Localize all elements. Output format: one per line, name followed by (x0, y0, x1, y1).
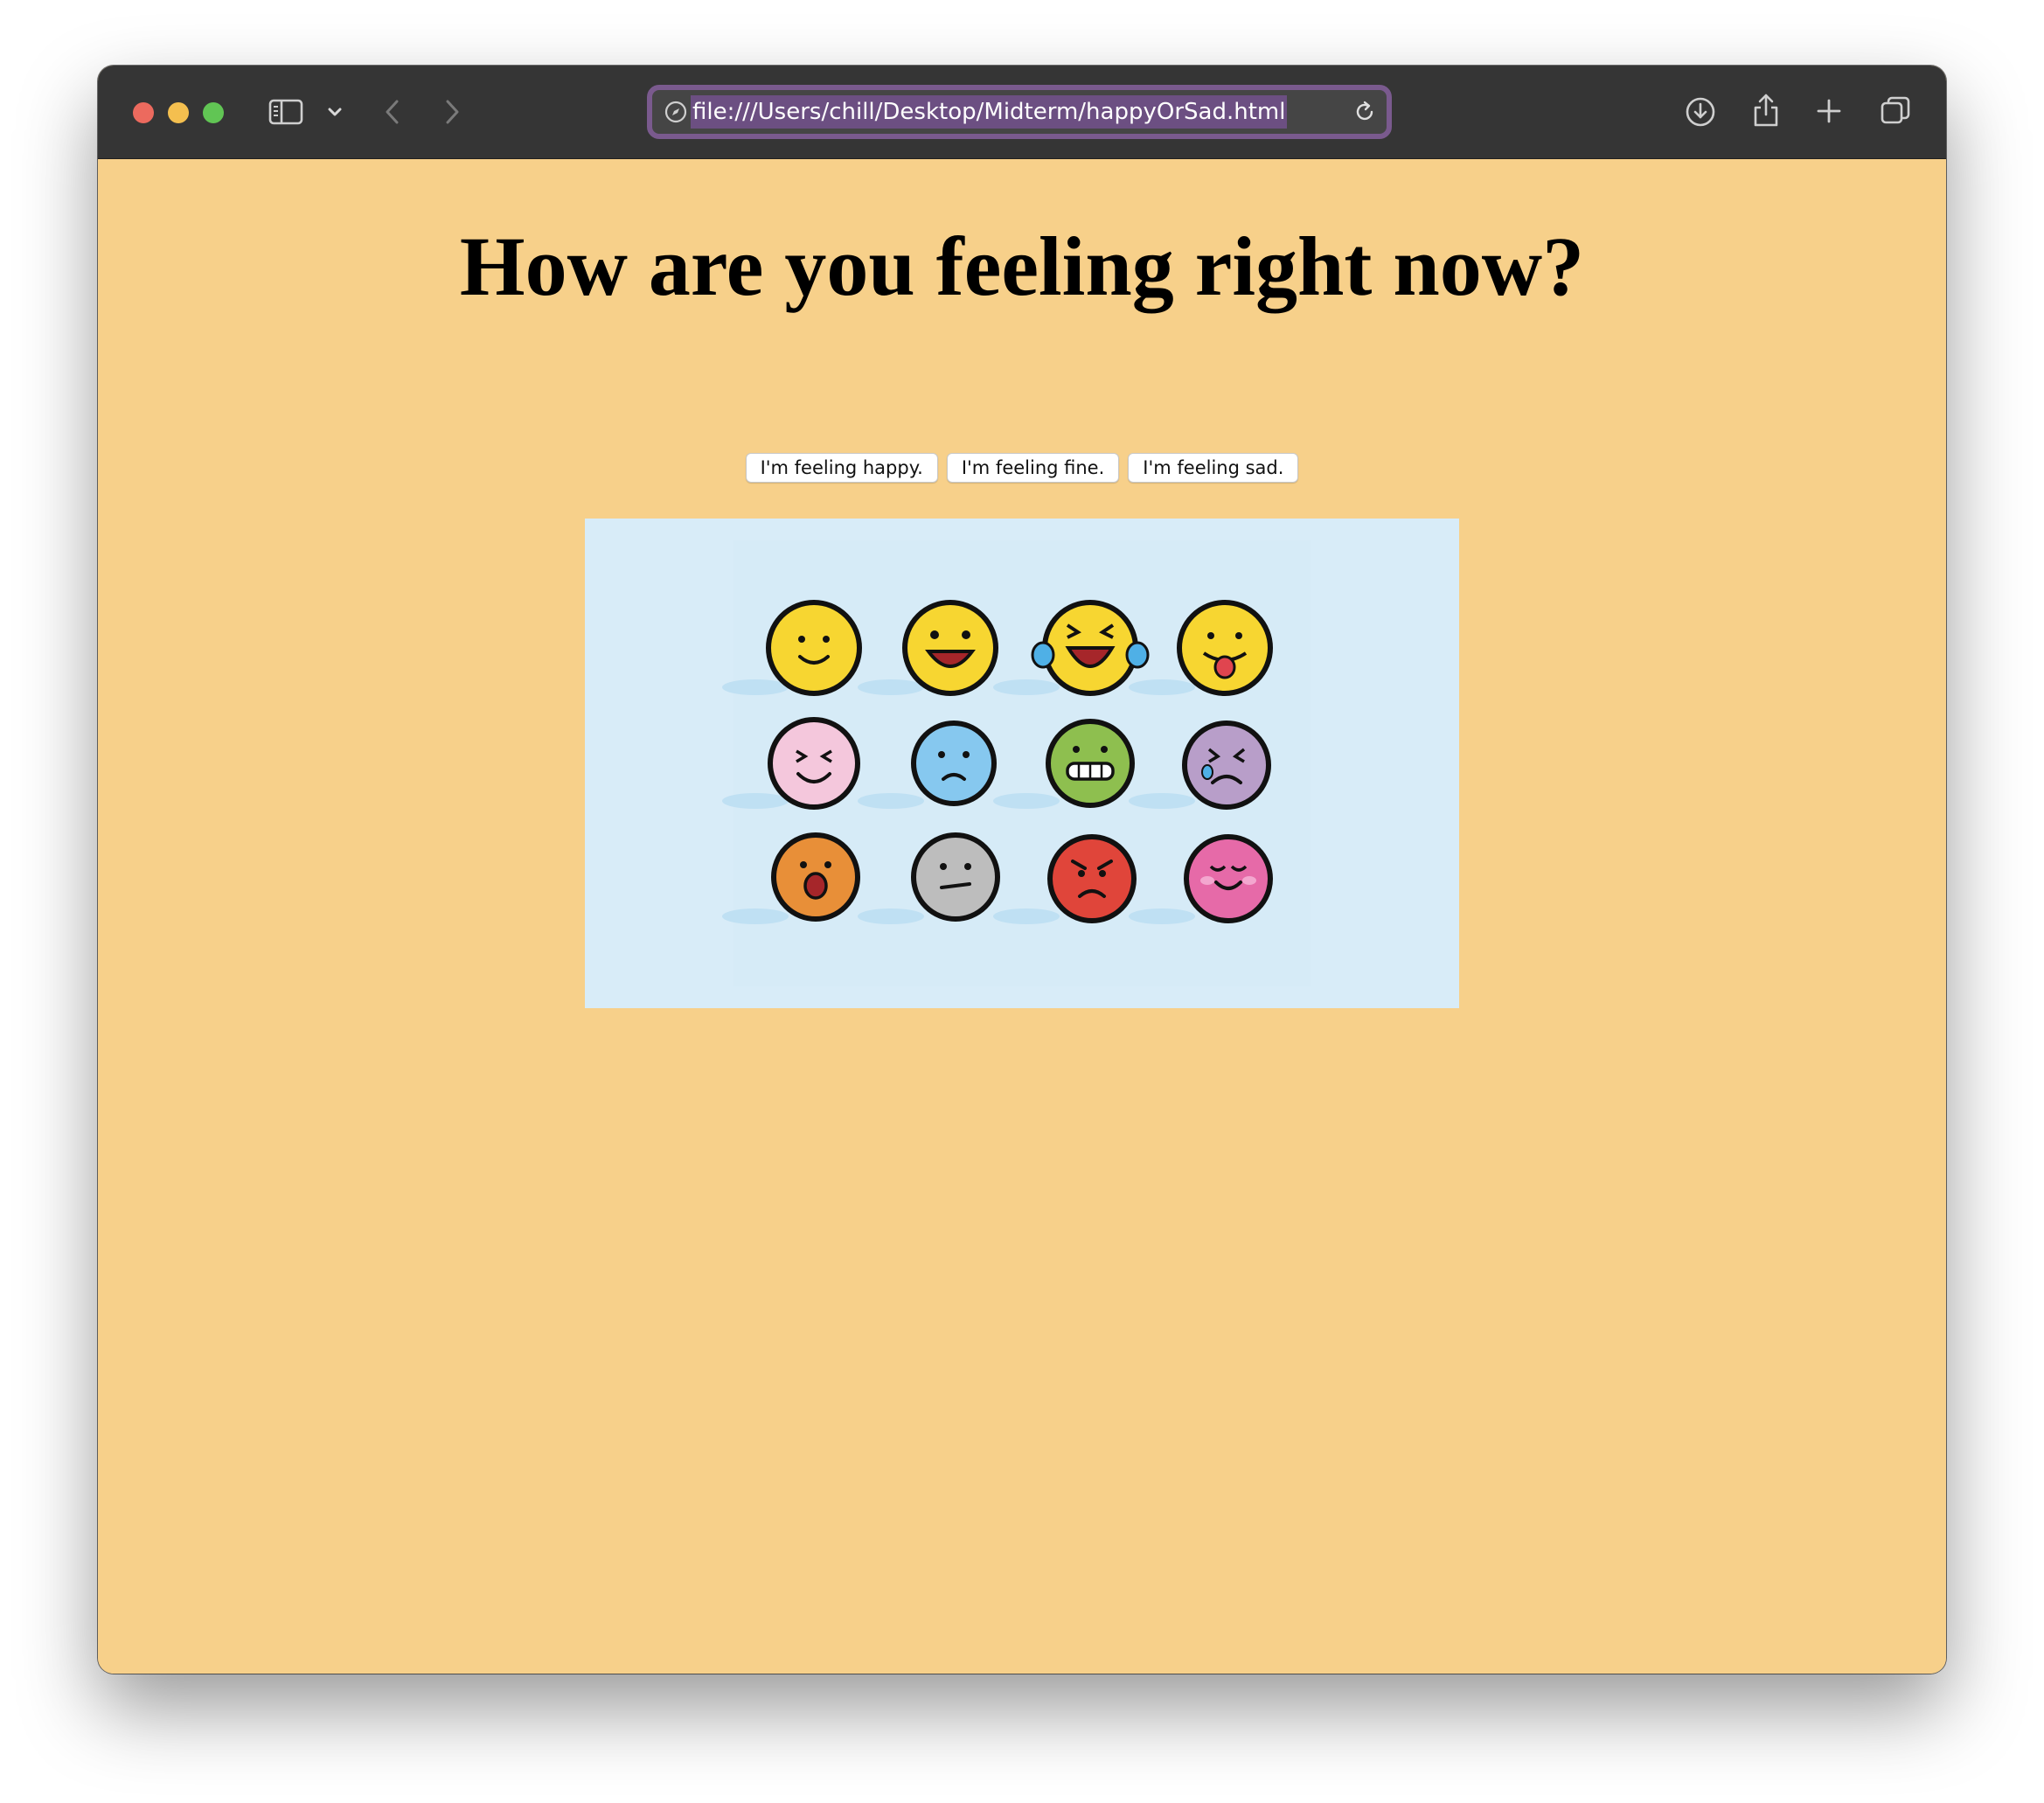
page-title: How are you feeling right now? (459, 219, 1585, 313)
page-content: How are you feeling right now? I'm feeli… (98, 159, 1946, 1674)
minimize-window-button[interactable] (168, 102, 189, 123)
address-bar[interactable]: file:///Users/chill/Desktop/Midterm/happ… (647, 85, 1392, 139)
forward-icon[interactable] (439, 95, 465, 129)
zoom-window-button[interactable] (203, 102, 224, 123)
chevron-down-icon[interactable] (323, 101, 346, 123)
sidebar-icon[interactable] (268, 97, 304, 127)
feeling-happy-button[interactable]: I'm feeling happy. (745, 453, 938, 483)
new-tab-icon[interactable] (1813, 95, 1845, 127)
feeling-fine-button[interactable]: I'm feeling fine. (946, 453, 1120, 483)
close-window-button[interactable] (133, 102, 154, 123)
emoji-image (585, 519, 1459, 1008)
share-icon[interactable] (1749, 90, 1783, 130)
feeling-sad-button[interactable]: I'm feeling sad. (1128, 453, 1299, 483)
download-icon[interactable] (1682, 94, 1719, 130)
url-text[interactable]: file:///Users/chill/Desktop/Midterm/happ… (691, 95, 1288, 129)
feeling-button-row: I'm feeling happy. I'm feeling fine. I'm… (98, 453, 1946, 483)
site-compass-icon (663, 99, 689, 125)
back-icon[interactable] (379, 95, 406, 129)
tab-overview-icon[interactable] (1878, 94, 1913, 129)
browser-toolbar: file:///Users/chill/Desktop/Midterm/happ… (98, 66, 1946, 159)
browser-window: file:///Users/chill/Desktop/Midterm/happ… (98, 66, 1946, 1674)
reload-icon[interactable] (1352, 99, 1378, 125)
